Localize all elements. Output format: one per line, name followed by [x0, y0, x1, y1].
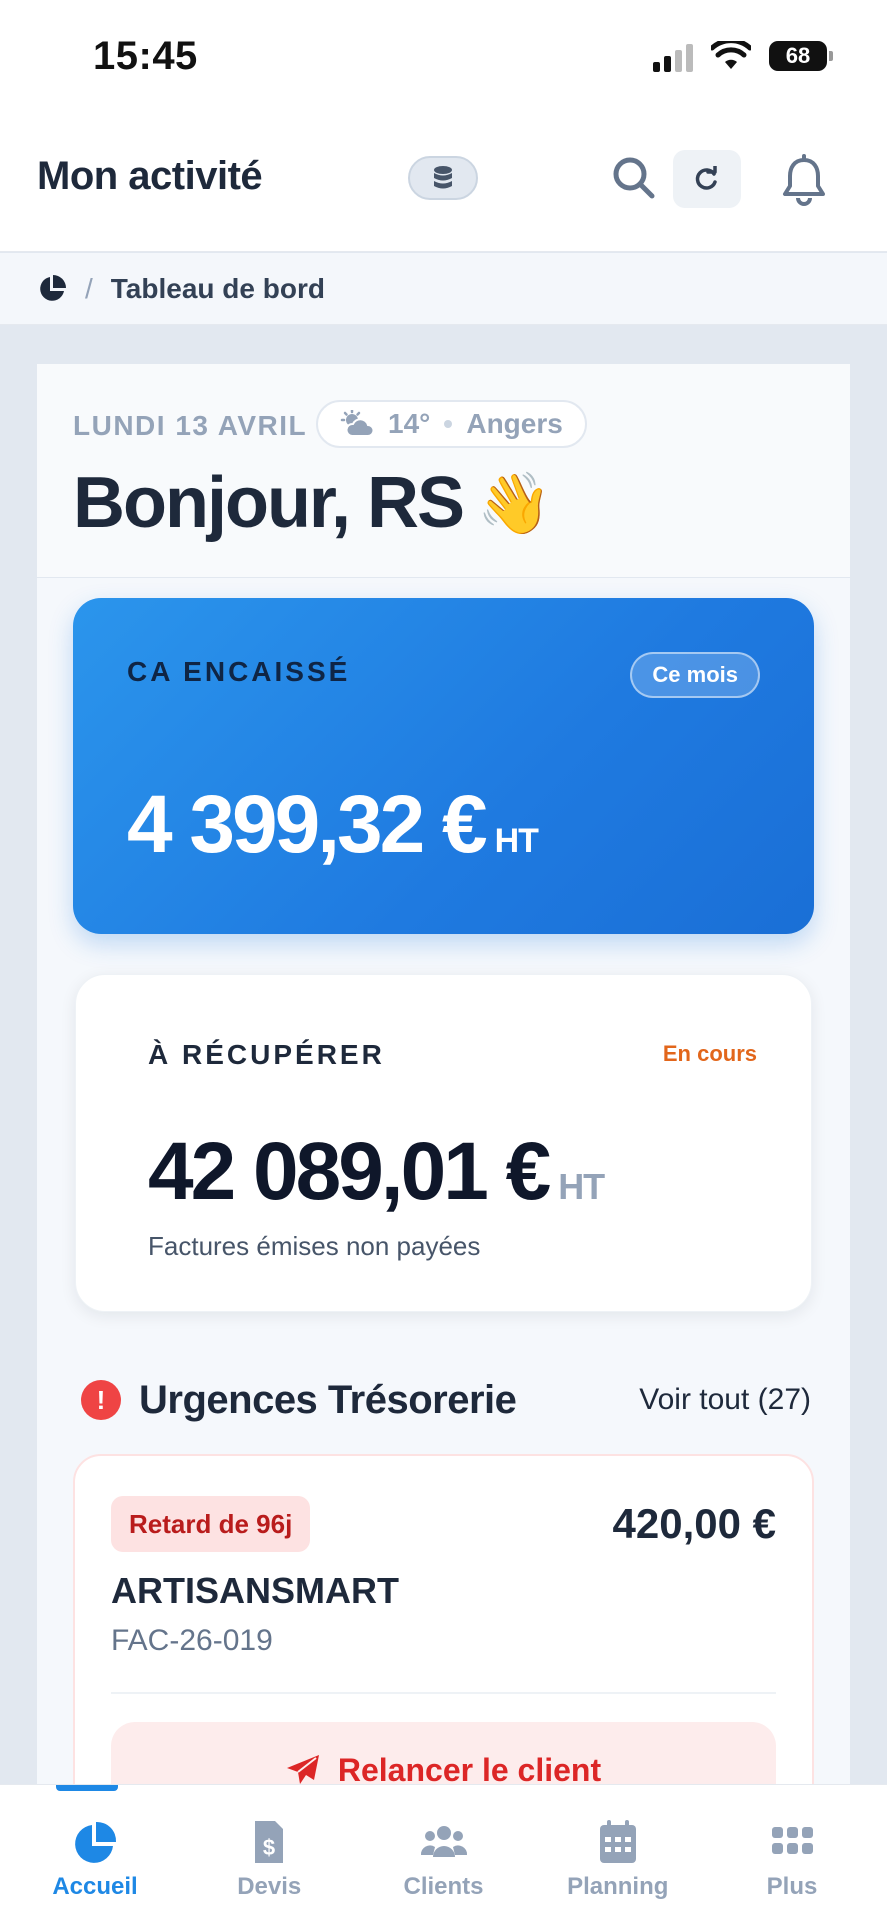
alert-icon: !	[81, 1380, 121, 1420]
receivables-unit: HT	[558, 1166, 605, 1207]
urgence-reference: FAC-26-019	[111, 1624, 273, 1657]
invoice-icon: $	[255, 1821, 284, 1863]
paper-plane-icon	[286, 1755, 319, 1784]
weather-separator-dot	[444, 420, 453, 428]
svg-text:$: $	[263, 1835, 275, 1860]
database-button[interactable]	[408, 156, 478, 200]
nav-devis[interactable]: $ Devis	[194, 1785, 344, 1920]
nav-clients[interactable]: Clients	[369, 1785, 519, 1920]
database-icon	[434, 166, 452, 189]
receivables-label: À RÉCUPÉRER	[148, 1039, 385, 1070]
urgence-client: ARTISANSMART	[111, 1570, 399, 1611]
weather-temperature: 14°	[388, 408, 431, 439]
status-bar: 15:45 68	[0, 0, 887, 110]
status-time: 15:45	[93, 34, 198, 78]
users-icon	[420, 1826, 467, 1857]
nav-plus[interactable]: Plus	[717, 1785, 867, 1920]
wifi-icon	[711, 41, 751, 69]
urgence-item[interactable]: Retard de 96j 420,00 € ARTISANSMART FAC-…	[73, 1454, 814, 1834]
late-badge: Retard de 96j	[111, 1496, 311, 1552]
dashboard-panel: LUNDI 13 AVRIL 14° Angers Bonjour, RS 👋 …	[37, 364, 850, 1834]
greeting-text: Bonjour, RS	[73, 463, 465, 543]
weather-badge: 14° Angers	[316, 400, 587, 448]
weather-city: Angers	[466, 408, 563, 439]
nav-label: Clients	[403, 1873, 484, 1900]
signal-icon	[653, 40, 693, 72]
nav-label: Devis	[237, 1873, 302, 1900]
search-icon	[613, 157, 655, 199]
remind-client-label: Relancer le client	[337, 1751, 602, 1788]
urgences-header: ! Urgences Trésorerie Voir tout (27)	[81, 1372, 811, 1428]
period-badge[interactable]: Ce mois	[630, 652, 760, 698]
receivables-value: 42 089,01 €	[148, 1126, 551, 1217]
receivables-subtitle: Factures émises non payées	[148, 1231, 481, 1261]
receivables-status: En cours	[662, 1041, 757, 1066]
revenue-label: CA ENCAISSÉ	[127, 656, 351, 687]
bell-icon	[783, 154, 825, 206]
battery-indicator: 68	[769, 41, 833, 71]
search-button[interactable]	[610, 154, 658, 202]
urgences-title: Urgences Trésorerie	[139, 1377, 517, 1422]
revenue-amount: 4 399,32 € HT	[127, 778, 539, 872]
revenue-value: 4 399,32 €	[127, 779, 488, 870]
waving-hand-emoji: 👋	[477, 469, 552, 537]
nav-label: Accueil	[52, 1873, 138, 1900]
revenue-unit: HT	[494, 822, 539, 860]
breadcrumb: / Tableau de bord	[0, 253, 887, 325]
grid-icon	[772, 1827, 813, 1854]
app-header: Mon activité	[0, 110, 887, 252]
greeting-title: Bonjour, RS 👋	[73, 462, 552, 544]
nav-planning[interactable]: Planning	[543, 1785, 693, 1920]
breadcrumb-current: Tableau de bord	[110, 272, 325, 304]
breadcrumb-separator: /	[85, 272, 93, 304]
bottom-navigation: Accueil $ Devis Clients Planning Plus	[0, 1784, 887, 1920]
cloud-sun-icon	[340, 410, 374, 437]
calendar-icon	[599, 1820, 636, 1863]
refresh-button[interactable]	[673, 150, 741, 208]
see-all-link[interactable]: Voir tout (27)	[639, 1383, 811, 1417]
revenue-card[interactable]: CA ENCAISSÉ Ce mois 4 399,32 € HT	[73, 598, 814, 934]
receivables-amount: 42 089,01 € HT	[148, 1125, 605, 1219]
nav-accueil[interactable]: Accueil	[20, 1785, 170, 1920]
pie-chart-icon	[75, 1821, 117, 1863]
pie-chart-icon[interactable]	[37, 274, 67, 304]
date-label: LUNDI 13 AVRIL	[73, 410, 308, 441]
nav-label: Plus	[766, 1873, 818, 1900]
divider	[111, 1692, 776, 1694]
page-title: Mon activité	[37, 154, 263, 198]
refresh-icon	[695, 166, 717, 190]
urgence-amount: 420,00 €	[612, 1500, 777, 1547]
status-icons: 68	[653, 40, 833, 72]
nav-label: Planning	[567, 1873, 669, 1900]
greeting-header: LUNDI 13 AVRIL 14° Angers Bonjour, RS 👋	[37, 364, 850, 578]
receivables-card[interactable]: À RÉCUPÉRER En cours 42 089,01 € HT Fact…	[75, 974, 812, 1312]
notifications-button[interactable]	[780, 154, 828, 206]
